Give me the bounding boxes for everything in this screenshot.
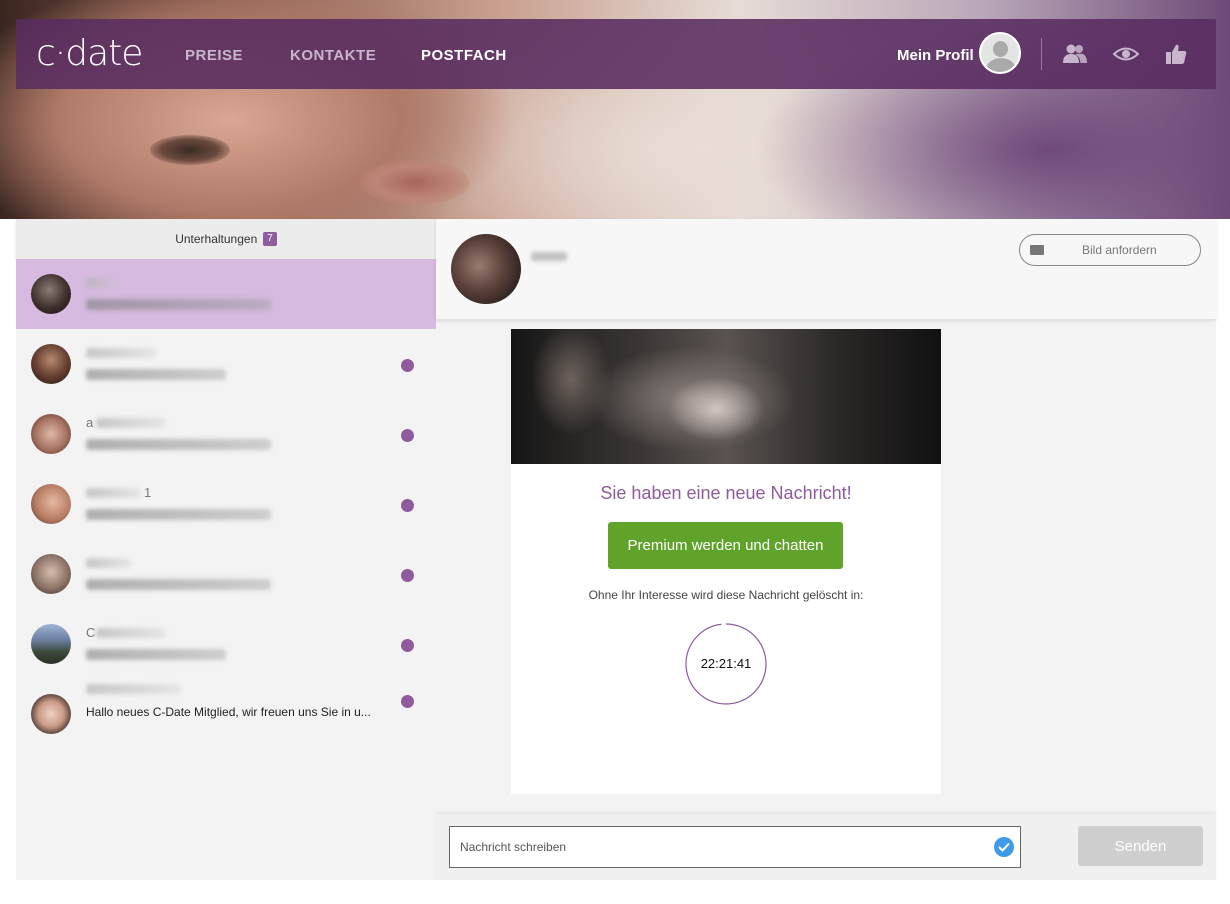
grammar-check-icon[interactable] <box>993 836 1015 858</box>
countdown-value: 22:21:41 <box>700 656 752 671</box>
conversation-item[interactable] <box>16 539 436 609</box>
conversation-sidebar: Unterhaltungen 7 a 1 C Hallo neues C-Dat… <box>16 219 436 880</box>
nav-link-preise[interactable]: PREISE <box>185 47 243 64</box>
contact-avatar <box>31 554 71 594</box>
unread-indicator <box>401 695 414 708</box>
nav-link-kontakte[interactable]: KONTAKTE <box>290 47 376 64</box>
request-image-button[interactable]: Bild anfordern <box>1019 234 1201 266</box>
visitors-eye-icon[interactable] <box>1113 43 1139 65</box>
contact-avatar <box>31 274 71 314</box>
contact-name-blurred <box>86 684 181 694</box>
avatar-body-shape <box>986 58 1016 72</box>
avatar-head-shape <box>993 41 1008 57</box>
chat-partner-avatar[interactable] <box>451 234 521 304</box>
contact-name-blurred <box>96 628 166 638</box>
profile-avatar[interactable] <box>979 32 1021 74</box>
message-preview-blurred <box>86 509 271 520</box>
unread-indicator <box>401 429 414 442</box>
conversation-item[interactable]: 1 <box>16 469 436 539</box>
conversation-count-badge: 7 <box>263 231 277 246</box>
contact-avatar <box>31 694 71 734</box>
premium-message-card: Sie haben eine neue Nachricht! Premium w… <box>511 329 941 794</box>
conversations-title: Unterhaltungen <box>175 232 258 246</box>
countdown-timer: 22:21:41 <box>685 623 767 705</box>
nav-link-postfach[interactable]: POSTFACH <box>421 47 507 64</box>
contact-name: a <box>86 415 94 430</box>
request-image-label: Bild anfordern <box>1082 243 1157 257</box>
conversation-item[interactable]: C <box>16 609 436 679</box>
contact-name-blurred <box>86 348 156 358</box>
message-composer: Senden <box>436 814 1216 880</box>
chat-partner-name-blurred <box>531 252 567 261</box>
contact-name-blurred <box>96 418 166 428</box>
contact-name: C <box>86 625 96 640</box>
message-preview-blurred <box>86 579 271 590</box>
contact-name: 1 <box>144 485 152 500</box>
unread-indicator <box>401 499 414 512</box>
contact-name-blurred <box>86 278 116 288</box>
hero-photo-lips <box>360 160 470 205</box>
message-preview-blurred <box>86 299 271 310</box>
contact-name-blurred <box>86 488 141 498</box>
my-profile-link[interactable]: Mein Profil <box>897 47 974 64</box>
conversation-item[interactable] <box>16 259 436 329</box>
contact-avatar <box>31 414 71 454</box>
chat-header: Bild anfordern <box>436 219 1216 319</box>
new-message-title: Sie haben eine neue Nachricht! <box>600 483 852 503</box>
contacts-icon[interactable] <box>1062 43 1088 65</box>
nav-divider <box>1041 38 1042 70</box>
message-preview: Hallo neues C-Date Mitglied, wir freuen … <box>86 705 371 719</box>
contact-name-blurred <box>86 558 131 568</box>
message-preview-blurred <box>86 649 226 660</box>
message-input[interactable] <box>449 826 1021 868</box>
deletion-notice: Ohne Ihr Interesse wird diese Nachricht … <box>588 588 864 602</box>
top-navigation: c·date PREISE KONTAKTE POSTFACH Mein Pro… <box>16 19 1216 89</box>
cdate-logo[interactable]: c·date <box>36 33 143 74</box>
conversation-item[interactable]: a <box>16 399 436 469</box>
unread-indicator <box>401 359 414 372</box>
message-preview-blurred <box>86 369 226 380</box>
conversation-item[interactable]: Hallo neues C-Date Mitglied, wir freuen … <box>16 679 436 749</box>
image-icon <box>1030 245 1044 255</box>
send-button[interactable]: Senden <box>1078 826 1203 866</box>
chat-panel: Bild anfordern Sie haben eine neue Nachr… <box>436 219 1216 880</box>
contact-avatar <box>31 344 71 384</box>
contact-avatar <box>31 624 71 664</box>
likes-thumb-icon[interactable] <box>1163 43 1189 65</box>
conversation-item[interactable] <box>16 329 436 399</box>
teaser-image <box>511 329 941 464</box>
conversations-header: Unterhaltungen 7 <box>16 219 436 259</box>
premium-upgrade-button[interactable]: Premium werden und chatten <box>608 522 843 569</box>
unread-indicator <box>401 569 414 582</box>
contact-avatar <box>31 484 71 524</box>
unread-indicator <box>401 639 414 652</box>
message-preview-blurred <box>86 439 271 450</box>
hero-photo-eye <box>150 135 230 165</box>
